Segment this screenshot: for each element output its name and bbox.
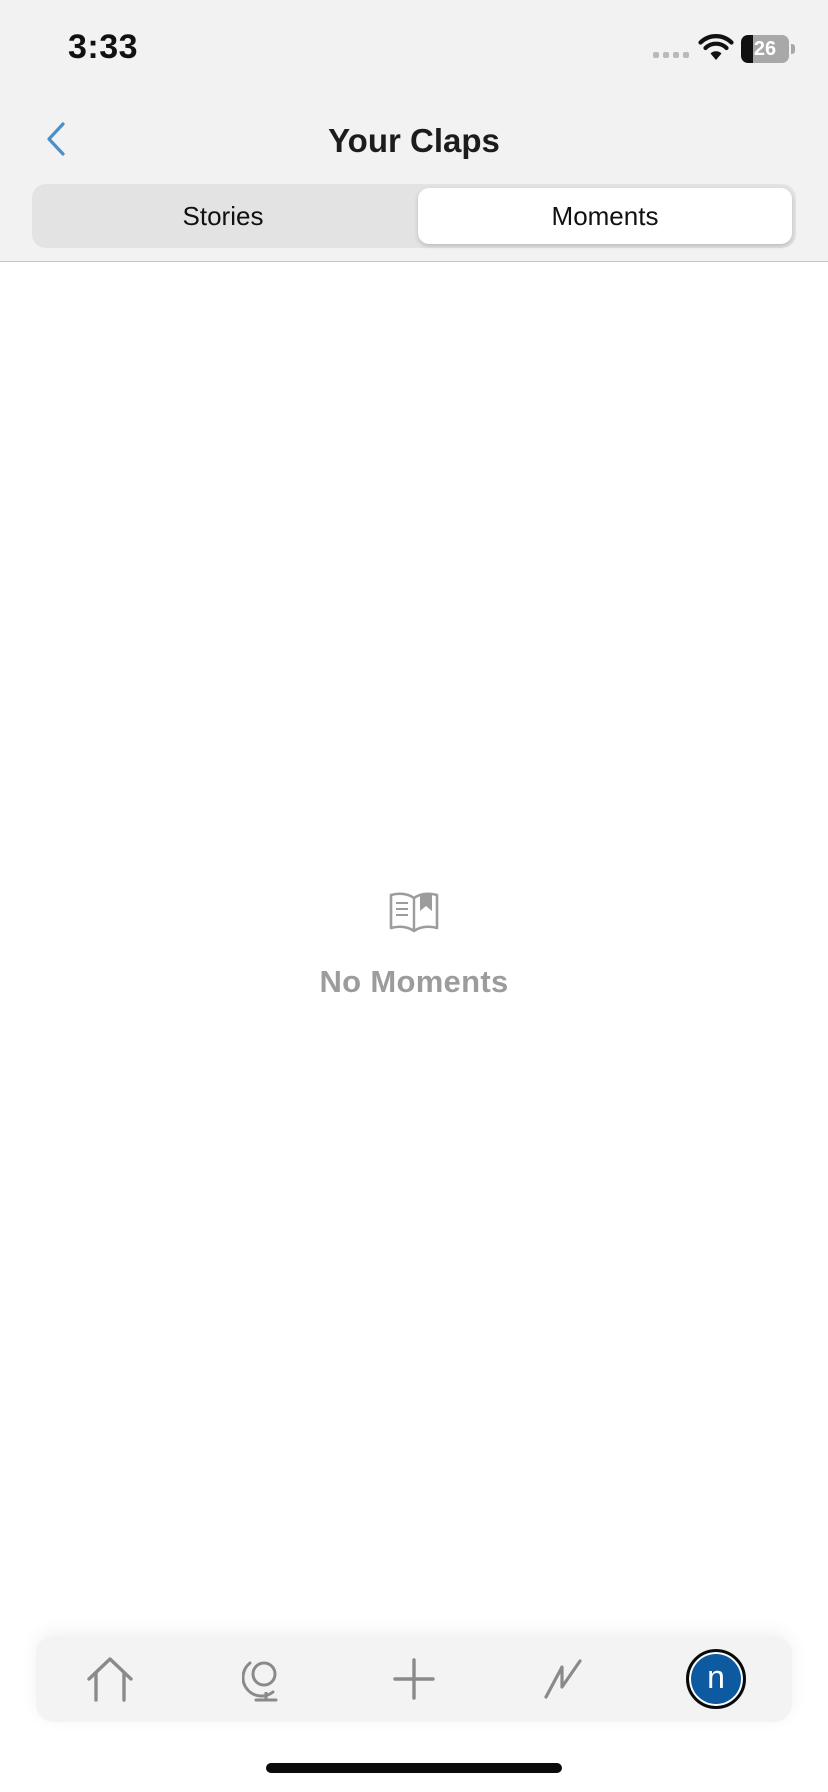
- segmented-control: Stories Moments: [32, 184, 796, 248]
- tab-explore[interactable]: [216, 1636, 312, 1722]
- status-time: 3:33: [68, 28, 139, 66]
- tab-activity[interactable]: [516, 1636, 612, 1722]
- globe-icon: [242, 1661, 278, 1702]
- empty-state-label: No Moments: [319, 964, 509, 999]
- open-book-icon: [389, 892, 439, 933]
- home-indicator[interactable]: [266, 1763, 562, 1773]
- home-icon: [87, 1657, 133, 1702]
- page-title: Your Claps: [328, 122, 500, 159]
- avatar: n: [686, 1649, 746, 1709]
- plus-icon: [393, 1658, 435, 1700]
- battery-level: 26: [753, 38, 777, 60]
- app-screen: 3:33 26 Your Claps Stories Moments No Mo…: [0, 0, 828, 1792]
- segment-moments[interactable]: Moments: [418, 188, 792, 244]
- cellular-signal-icon: [653, 52, 689, 58]
- segment-stories[interactable]: Stories: [36, 188, 410, 244]
- tab-create[interactable]: [366, 1636, 462, 1722]
- tab-profile[interactable]: n: [668, 1636, 764, 1722]
- tab-bar: n: [36, 1636, 792, 1722]
- nav-header: Your Claps Stories Moments: [0, 100, 828, 262]
- wifi-icon: [698, 34, 734, 60]
- status-bar: 3:33 26: [0, 0, 828, 100]
- empty-state: No Moments: [0, 890, 828, 1000]
- activity-icon: [544, 1659, 582, 1699]
- tab-home[interactable]: [62, 1636, 158, 1722]
- battery-icon: 26: [741, 35, 789, 63]
- battery-cap: [791, 44, 795, 54]
